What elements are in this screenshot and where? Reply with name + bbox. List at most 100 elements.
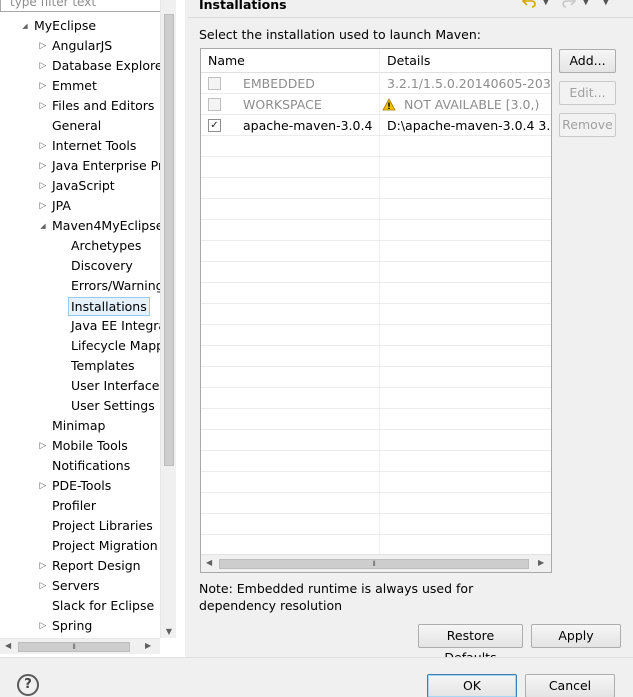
- tree-collapsed-arrow-icon[interactable]: ▷: [38, 576, 48, 596]
- tree-item-label: Lifecycle Mappings: [71, 338, 160, 353]
- tree-item[interactable]: ▷ Emmet: [0, 76, 160, 96]
- tree-item-label: Minimap: [52, 418, 106, 433]
- tree-item[interactable]: ▷ Internet Tools: [0, 136, 160, 156]
- tree-collapsed-arrow-icon[interactable]: ▷: [38, 196, 48, 216]
- tree-vertical-scrollbar[interactable]: ▼: [160, 0, 176, 638]
- tree-collapsed-arrow-icon[interactable]: ▷: [38, 156, 48, 176]
- tree-item[interactable]: Slack for Eclipse: [0, 596, 160, 616]
- installation-checkbox[interactable]: [208, 98, 221, 111]
- back-arrow-icon[interactable]: [521, 0, 536, 11]
- tree-item-label: Report Design: [52, 558, 141, 573]
- tree-item[interactable]: ▷ Database Explorer: [0, 56, 160, 76]
- scroll-right-arrow-icon[interactable]: ▶: [145, 641, 151, 650]
- table-horizontal-scrollbar[interactable]: ◀ ⦀ ▶: [201, 554, 551, 572]
- tree-horizontal-scrollbar[interactable]: ◀ ⦀ ▶: [0, 638, 160, 654]
- tree-item[interactable]: ▷ Java Enterprise Pro: [0, 156, 160, 176]
- tree-item[interactable]: Lifecycle Mappings: [0, 336, 160, 356]
- tree-item[interactable]: ◢ Maven4MyEclipse: [0, 216, 160, 236]
- tree-item[interactable]: ▷ Servers: [0, 576, 160, 596]
- tree-item-label: Archetypes: [71, 238, 142, 253]
- table-empty-row: [201, 536, 551, 556]
- installation-details: NOT AVAILABLE [3.0,): [404, 97, 540, 112]
- remove-button[interactable]: Remove: [559, 113, 616, 137]
- help-icon[interactable]: ?: [17, 674, 39, 696]
- tree-collapsed-arrow-icon[interactable]: ▷: [38, 36, 48, 56]
- tree-item[interactable]: ◢ MyEclipse: [0, 16, 160, 36]
- tree-item-label: MyEclipse: [34, 18, 97, 33]
- tree-item[interactable]: Templates: [0, 356, 160, 376]
- tree-item[interactable]: ▷ AngularJS: [0, 36, 160, 56]
- tree-expanded-arrow-icon[interactable]: ◢: [38, 216, 48, 236]
- installations-table: Name Details EMBEDDED 3.2.1/1.5.0.2014060…: [200, 48, 552, 573]
- forward-arrow-icon[interactable]: [562, 0, 577, 11]
- table-row[interactable]: ✓ apache-maven-3.0.4 D:\apache-maven-3.0.4…: [201, 116, 551, 136]
- table-row[interactable]: WORKSPACE NOT AVAILABLE [3.0,): [201, 95, 551, 115]
- restore-defaults-button[interactable]: Restore Defaults: [418, 624, 523, 665]
- tree-collapsed-arrow-icon[interactable]: ▷: [38, 476, 48, 496]
- installation-checkbox[interactable]: ✓: [208, 119, 221, 132]
- tree-item[interactable]: Notifications: [0, 456, 160, 476]
- apply-button[interactable]: Apply: [531, 624, 621, 648]
- installation-details: D:\apache-maven-3.0.4 3.0.4: [387, 118, 552, 133]
- tree-item[interactable]: Java EE Integration: [0, 316, 160, 336]
- tree-vertical-scroll-thumb[interactable]: [164, 14, 174, 466]
- view-menu-chevron-icon[interactable]: ▼: [602, 0, 610, 7]
- tree-collapsed-arrow-icon[interactable]: ▷: [38, 616, 48, 636]
- table-empty-row: [201, 263, 551, 283]
- tree-collapsed-arrow-icon[interactable]: ▷: [38, 96, 48, 116]
- tree-item-label: Emmet: [52, 78, 97, 93]
- tree-collapsed-arrow-icon[interactable]: ▷: [38, 76, 48, 96]
- tree-item[interactable]: ▷ Spring: [0, 616, 160, 636]
- page-title: Installations: [199, 0, 287, 12]
- edit-button[interactable]: Edit...: [559, 81, 616, 105]
- table-empty-row: [201, 515, 551, 535]
- scroll-left-arrow-icon[interactable]: ◀: [206, 558, 212, 567]
- tree-collapsed-arrow-icon[interactable]: ▷: [38, 56, 48, 76]
- installation-checkbox[interactable]: [208, 77, 221, 90]
- tree-item-label: JPA: [52, 198, 71, 213]
- tree-horizontal-scroll-thumb[interactable]: ⦀: [18, 642, 130, 652]
- add-button[interactable]: Add...: [559, 49, 616, 73]
- table-empty-row: [201, 494, 551, 514]
- tree-collapsed-arrow-icon[interactable]: ▷: [38, 436, 48, 456]
- tree-item[interactable]: Minimap: [0, 416, 160, 436]
- filter-input[interactable]: type filter text: [0, 0, 176, 12]
- table-row[interactable]: EMBEDDED 3.2.1/1.5.0.20140605-2032: [201, 74, 551, 94]
- forward-menu-chevron-icon[interactable]: ▼: [582, 0, 590, 7]
- tree-item[interactable]: ▷ PDE-Tools: [0, 476, 160, 496]
- tree-collapsed-arrow-icon[interactable]: ▷: [38, 176, 48, 196]
- tree-item[interactable]: ▷ Mobile Tools: [0, 436, 160, 456]
- tree-item-label: PDE-Tools: [52, 478, 112, 493]
- tree-item[interactable]: ▷ JavaScript: [0, 176, 160, 196]
- intro-label: Select the installation used to launch M…: [199, 27, 481, 42]
- tree-item-label: Slack for Eclipse: [52, 598, 155, 613]
- tree-item[interactable]: General: [0, 116, 160, 136]
- tree-expanded-arrow-icon[interactable]: ◢: [20, 16, 30, 36]
- ok-button[interactable]: OK: [427, 674, 517, 697]
- table-horizontal-scroll-thumb[interactable]: ⦀: [219, 559, 529, 569]
- cancel-button[interactable]: Cancel: [525, 674, 615, 697]
- tree-item[interactable]: Installations: [0, 296, 160, 316]
- scroll-down-arrow-icon[interactable]: ▼: [161, 627, 177, 636]
- tree-item-label: General: [52, 118, 102, 133]
- tree-item[interactable]: Errors/Warnings: [0, 276, 160, 296]
- scroll-right-arrow-icon[interactable]: ▶: [538, 558, 544, 567]
- tree-item[interactable]: User Settings: [0, 396, 160, 416]
- tree-collapsed-arrow-icon[interactable]: ▷: [38, 136, 48, 156]
- tree-item[interactable]: Profiler: [0, 496, 160, 516]
- tree-collapsed-arrow-icon[interactable]: ▷: [38, 556, 48, 576]
- tree-item[interactable]: Project Libraries: [0, 516, 160, 536]
- back-menu-chevron-icon[interactable]: ▼: [542, 0, 550, 7]
- table-empty-row: [201, 179, 551, 199]
- tree-item[interactable]: Project Migration: [0, 536, 160, 556]
- tree-item[interactable]: Discovery: [0, 256, 160, 276]
- tree-item[interactable]: ▷ Report Design: [0, 556, 160, 576]
- tree-item[interactable]: ▷ Files and Editors: [0, 96, 160, 116]
- tree-item[interactable]: Archetypes: [0, 236, 160, 256]
- tree-item[interactable]: User Interface: [0, 376, 160, 396]
- tree-item[interactable]: ▷ JPA: [0, 196, 160, 216]
- preference-tree: ◢ MyEclipse ▷ AngularJS ▷ Database Explorer ▷ E…: [0, 16, 160, 638]
- column-header-name[interactable]: Name: [208, 53, 245, 68]
- scroll-left-arrow-icon[interactable]: ◀: [5, 641, 11, 650]
- column-header-details[interactable]: Details: [387, 53, 430, 68]
